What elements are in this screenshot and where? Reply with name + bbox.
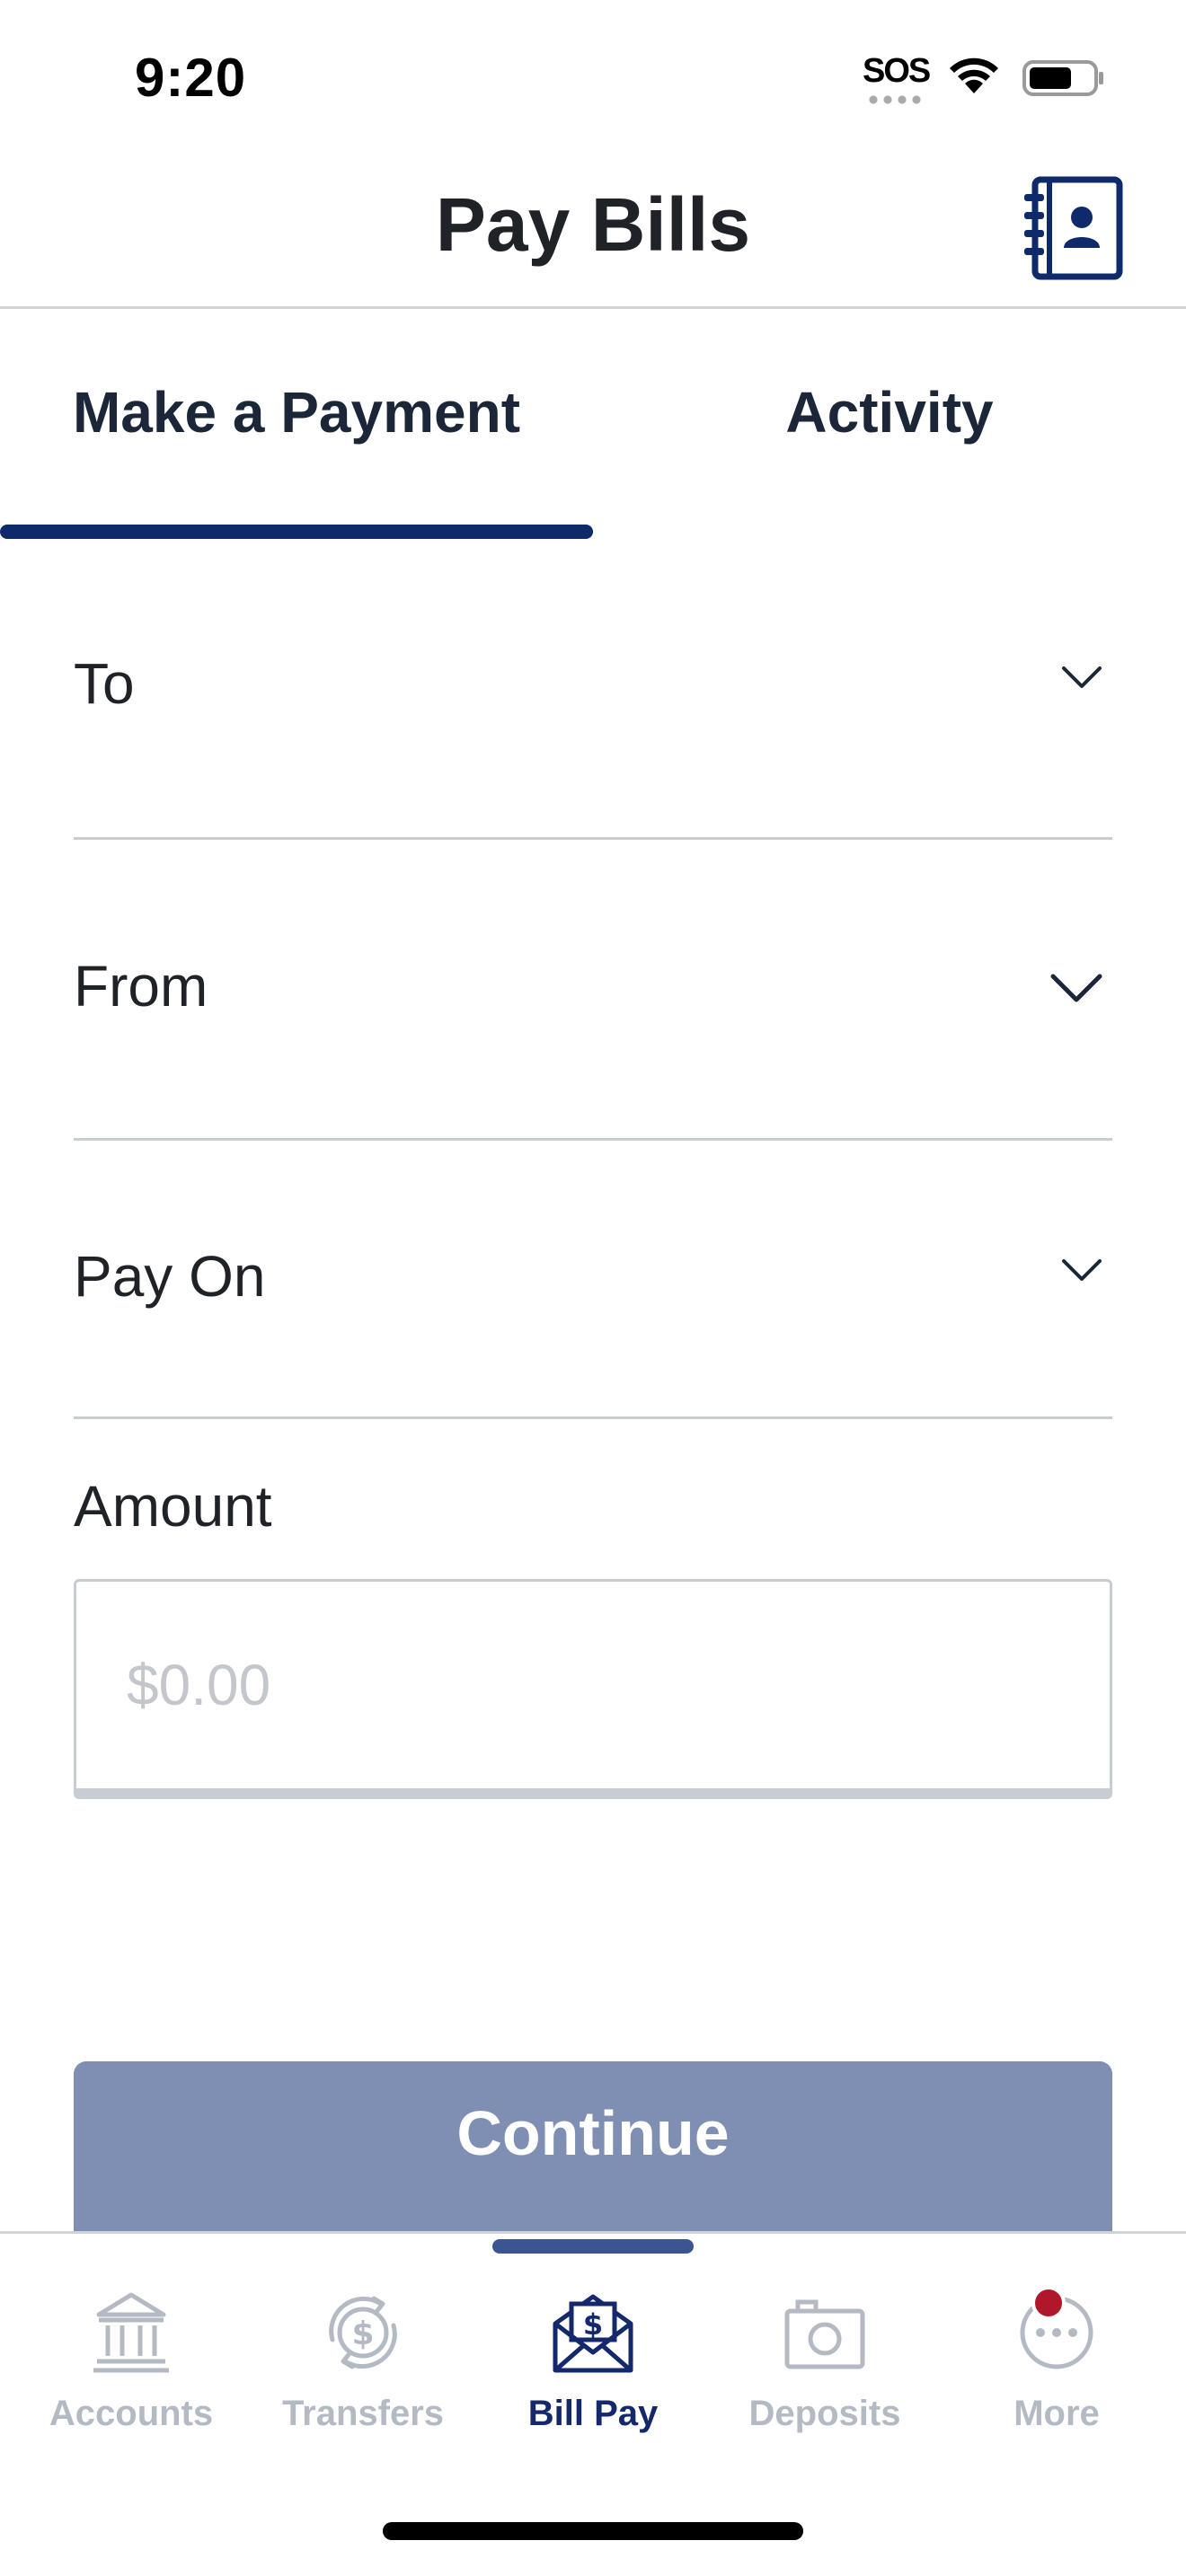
address-book-button[interactable] <box>1019 174 1127 282</box>
tabbar-label-transfers: Transfers <box>281 2394 445 2433</box>
transfer-dollar-icon: $ <box>329 2296 397 2369</box>
tabbar-label-bill-pay: Bill Pay <box>527 2394 659 2433</box>
camera-icon <box>784 2299 865 2369</box>
pay-on-label: Pay On <box>74 1244 266 1309</box>
amount-input[interactable] <box>74 1579 1112 1799</box>
battery-icon <box>1022 60 1103 96</box>
continue-button[interactable]: Continue <box>74 2061 1112 2241</box>
tabbar-label-accounts: Accounts <box>49 2394 214 2433</box>
svg-text:$: $ <box>351 2316 374 2352</box>
continue-label: Continue <box>456 2098 730 2168</box>
chevron-down-icon <box>1050 974 1102 1002</box>
tabbar-item-bill-pay[interactable]: $ Bill Pay <box>474 2288 712 2449</box>
pay-on-select[interactable]: Pay On <box>74 1141 1112 1419</box>
svg-text:$: $ <box>583 2307 603 2342</box>
sos-indicator: SOS <box>863 52 931 106</box>
tabbar-item-accounts[interactable]: Accounts <box>13 2288 250 2449</box>
pay-bills-screen: 9:20 SOS Pay Bills Make a Payment Activi… <box>0 0 1186 2576</box>
tabbar-item-deposits[interactable]: Deposits <box>706 2288 943 2449</box>
tab-activity-label: Activity <box>785 380 994 445</box>
chevron-down-icon <box>1062 666 1102 688</box>
tab-activity[interactable]: Activity <box>593 312 1186 545</box>
home-indicator <box>383 2522 803 2540</box>
active-tab-marker <box>492 2239 694 2254</box>
envelope-dollar-icon: $ <box>553 2294 633 2373</box>
status-bar: 9:20 SOS <box>0 0 1186 153</box>
bank-icon <box>93 2292 169 2373</box>
signal-dots-icon <box>866 95 925 104</box>
amount-label: Amount <box>74 1474 272 1539</box>
wifi-icon <box>950 57 998 93</box>
page-title: Pay Bills <box>435 182 751 267</box>
status-time: 9:20 <box>135 48 247 108</box>
payment-tabs: Make a Payment Activity <box>0 312 1186 545</box>
from-label: From <box>74 954 208 1019</box>
notification-badge <box>1031 2286 1066 2320</box>
tab-make-a-payment-label: Make a Payment <box>72 380 521 445</box>
tabbar-label-more: More <box>1013 2394 1100 2433</box>
to-select[interactable]: To <box>74 575 1112 840</box>
active-tab-indicator <box>0 525 593 539</box>
from-select[interactable]: From <box>74 840 1112 1141</box>
to-label: To <box>74 651 135 716</box>
address-book-icon <box>1024 176 1123 280</box>
tabbar-item-transfers[interactable]: $ Transfers <box>244 2288 482 2449</box>
header: Pay Bills <box>0 153 1186 309</box>
chevron-down-icon <box>1062 1259 1102 1281</box>
tabbar-label-deposits: Deposits <box>748 2394 901 2433</box>
tab-make-a-payment[interactable]: Make a Payment <box>0 312 593 545</box>
sos-text: SOS <box>863 52 931 90</box>
